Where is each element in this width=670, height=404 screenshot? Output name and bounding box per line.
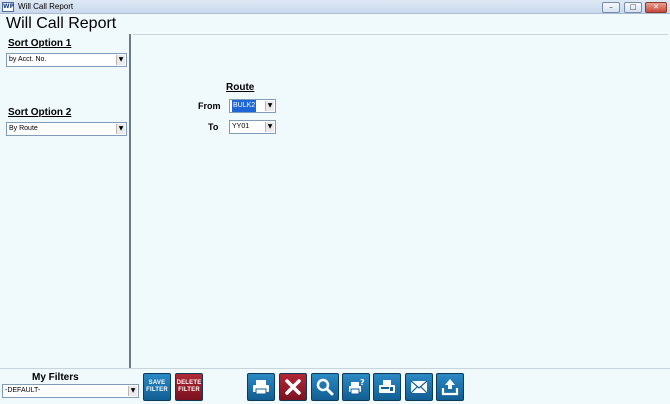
print-button[interactable] xyxy=(247,373,275,401)
chevron-down-icon[interactable]: ▼ xyxy=(116,124,125,134)
sort-option-2-value: By Route xyxy=(9,125,38,132)
fax-button[interactable] xyxy=(373,373,401,401)
minimize-button[interactable]: – xyxy=(602,2,620,13)
my-filters-value: -DEFAULT- xyxy=(5,387,41,394)
chevron-down-icon[interactable]: ▼ xyxy=(265,122,274,132)
route-to-select[interactable]: YY01 ▼ xyxy=(229,120,276,134)
sort-option-2-label: Sort Option 2 xyxy=(8,107,72,118)
email-icon xyxy=(410,380,428,394)
chevron-down-icon[interactable]: ▼ xyxy=(265,101,274,111)
sort-option-1-value: by Acct. No. xyxy=(9,56,47,63)
chevron-down-icon[interactable]: ▼ xyxy=(116,55,125,65)
route-from-value: BULK2 xyxy=(232,100,257,112)
sort-option-1-select[interactable]: by Acct. No. ▼ xyxy=(6,53,127,67)
app-logo-icon: WP xyxy=(2,2,15,12)
print-preview-icon: ? xyxy=(349,378,365,395)
route-from-label: From xyxy=(198,101,221,111)
search-icon xyxy=(316,378,334,396)
criteria-panel xyxy=(133,34,668,368)
window-titlebar[interactable]: WP Will Call Report – □ ✕ xyxy=(0,0,670,14)
save-filter-button[interactable]: SAVE FILTER xyxy=(143,373,171,401)
sort-option-1-label: Sort Option 1 xyxy=(8,38,72,49)
my-filters-select[interactable]: -DEFAULT- ▼ xyxy=(2,384,139,398)
delete-filter-label-line1: DELETE xyxy=(176,380,202,386)
window-title: Will Call Report xyxy=(18,2,74,11)
preview-button[interactable] xyxy=(311,373,339,401)
route-from-select[interactable]: BULK2 ▼ xyxy=(229,99,276,113)
cancel-x-icon xyxy=(285,379,301,395)
printer-icon xyxy=(253,380,269,395)
route-title: Route xyxy=(226,82,255,93)
svg-text:?: ? xyxy=(360,378,365,387)
chevron-down-icon[interactable]: ▼ xyxy=(128,386,137,396)
close-button[interactable]: ✕ xyxy=(645,2,667,13)
my-filters-label: My Filters xyxy=(32,372,79,383)
route-to-label: To xyxy=(208,122,219,132)
export-icon xyxy=(441,379,459,396)
cancel-button[interactable] xyxy=(279,373,307,401)
export-button[interactable] xyxy=(436,373,464,401)
sort-options-panel xyxy=(0,34,131,368)
save-filter-label-line1: SAVE xyxy=(148,380,166,386)
route-to-value: YY01 xyxy=(232,123,250,130)
save-filter-label-line2: FILTER xyxy=(146,387,168,393)
maximize-button[interactable]: □ xyxy=(624,2,642,13)
email-button[interactable] xyxy=(405,373,433,401)
print-setup-button[interactable]: ? xyxy=(342,373,370,401)
sort-option-2-select[interactable]: By Route ▼ xyxy=(6,122,127,136)
delete-filter-label-line2: FILTER xyxy=(178,387,200,393)
fax-icon xyxy=(379,380,395,393)
page-title: Will Call Report xyxy=(6,15,117,32)
delete-filter-button[interactable]: DELETE FILTER xyxy=(175,373,203,401)
